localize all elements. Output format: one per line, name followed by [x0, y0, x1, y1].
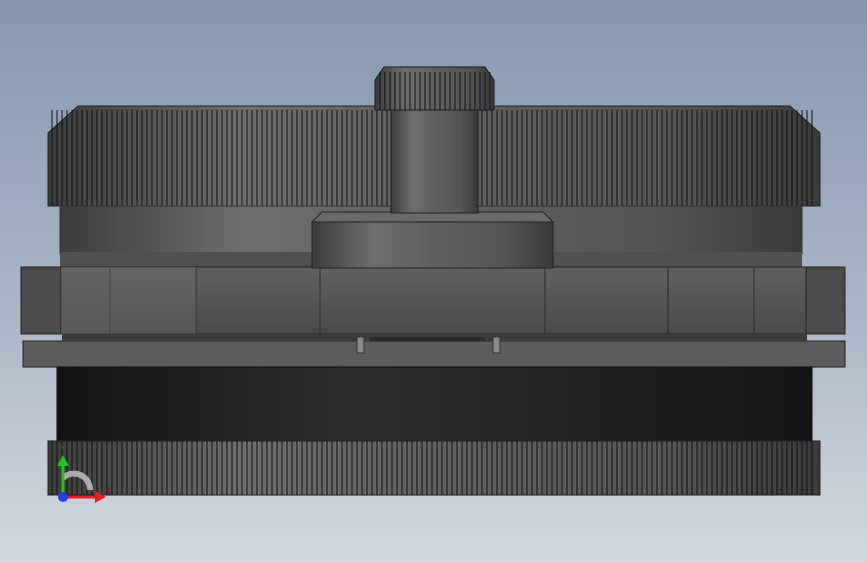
lower-knurled-ring [47, 440, 821, 496]
triad-x-label: X [104, 486, 111, 497]
cad-viewport[interactable]: Y X [0, 0, 867, 562]
model-canvas: Y X [20, 66, 846, 503]
dark-cylinder [56, 366, 813, 443]
hex-nut-band [20, 266, 846, 335]
triad-y-label: Y [59, 444, 67, 455]
flange-plate [22, 334, 846, 368]
top-knurled-knob [374, 66, 495, 111]
